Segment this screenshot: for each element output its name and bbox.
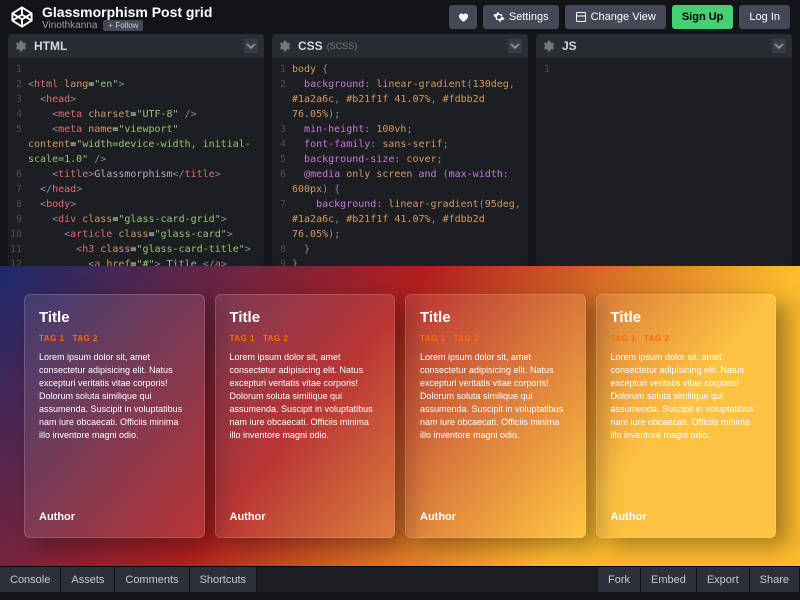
- gear-icon[interactable]: [278, 39, 292, 53]
- pen-title: Glassmorphism Post grid: [42, 4, 212, 20]
- app-header: Glassmorphism Post grid Vinothkanna + Fo…: [0, 0, 800, 34]
- title-block: Glassmorphism Post grid Vinothkanna + Fo…: [42, 4, 212, 31]
- editor-row: HTML 12<html lang="en">3 <head>4 <meta c…: [0, 34, 800, 266]
- gear-icon: [493, 11, 505, 23]
- chevron-down-icon: [510, 41, 520, 51]
- footer-bar: ConsoleAssetsCommentsShortcuts ForkEmbed…: [0, 566, 800, 592]
- card-title[interactable]: Title: [611, 309, 762, 326]
- glass-card[interactable]: Title TAG 1 TAG 2 Lorem ipsum dolor sit, am…: [596, 294, 777, 538]
- log-in-button[interactable]: Log In: [739, 5, 790, 29]
- css-panel-header[interactable]: CSS (SCSS): [272, 34, 528, 58]
- card-tags: TAG 1 TAG 2: [611, 334, 762, 343]
- glass-card[interactable]: Title TAG 1 TAG 2 Lorem ipsum dolor sit, am…: [215, 294, 396, 538]
- js-editor[interactable]: 1: [536, 58, 792, 266]
- settings-button[interactable]: Settings: [483, 5, 559, 29]
- card-body: Lorem ipsum dolor sit, amet consectetur …: [611, 351, 762, 442]
- tag[interactable]: TAG 1: [420, 334, 445, 343]
- card-title[interactable]: Title: [39, 309, 190, 326]
- tag[interactable]: TAG 2: [263, 334, 288, 343]
- tag[interactable]: TAG 1: [230, 334, 255, 343]
- pen-author[interactable]: Vinothkanna: [42, 20, 97, 31]
- tag[interactable]: TAG 2: [72, 334, 97, 343]
- panel-title: JS: [562, 39, 577, 53]
- card-tags: TAG 1 TAG 2: [230, 334, 381, 343]
- card-body: Lorem ipsum dolor sit, amet consectetur …: [230, 351, 381, 442]
- heart-icon: [457, 11, 469, 23]
- panel-options-button[interactable]: [772, 39, 786, 53]
- layout-icon: [575, 11, 587, 23]
- js-panel: JS 1: [536, 34, 792, 266]
- tag[interactable]: TAG 1: [611, 334, 636, 343]
- panel-title: HTML: [34, 39, 67, 53]
- card-tags: TAG 1 TAG 2: [39, 334, 190, 343]
- panel-subtitle: (SCSS): [327, 41, 358, 51]
- footer-shortcuts-button[interactable]: Shortcuts: [190, 567, 257, 592]
- change-view-button[interactable]: Change View: [565, 5, 666, 29]
- glass-card[interactable]: Title TAG 1 TAG 2 Lorem ipsum dolor sit, am…: [24, 294, 205, 538]
- card-title[interactable]: Title: [230, 309, 381, 326]
- sign-up-button[interactable]: Sign Up: [672, 5, 734, 29]
- change-view-label: Change View: [591, 11, 656, 23]
- chevron-down-icon: [774, 41, 784, 51]
- html-panel: HTML 12<html lang="en">3 <head>4 <meta c…: [8, 34, 264, 266]
- card-author: Author: [39, 511, 190, 523]
- panel-options-button[interactable]: [508, 39, 522, 53]
- gear-icon[interactable]: [14, 39, 28, 53]
- chevron-down-icon: [246, 41, 256, 51]
- panel-options-button[interactable]: [244, 39, 258, 53]
- card-body: Lorem ipsum dolor sit, amet consectetur …: [420, 351, 571, 442]
- footer-embed-button[interactable]: Embed: [641, 567, 697, 592]
- card-author: Author: [230, 511, 381, 523]
- footer-comments-button[interactable]: Comments: [115, 567, 189, 592]
- card-body: Lorem ipsum dolor sit, amet consectetur …: [39, 351, 190, 442]
- tag[interactable]: TAG 2: [453, 334, 478, 343]
- css-editor[interactable]: 1body {2 background: linear-gradient(130…: [272, 58, 528, 266]
- js-panel-header[interactable]: JS: [536, 34, 792, 58]
- tag[interactable]: TAG 1: [39, 334, 64, 343]
- footer-console-button[interactable]: Console: [0, 567, 61, 592]
- preview-pane: Title TAG 1 TAG 2 Lorem ipsum dolor sit, am…: [0, 266, 800, 566]
- card-author: Author: [420, 511, 571, 523]
- footer-fork-button[interactable]: Fork: [598, 567, 641, 592]
- css-panel: CSS (SCSS) 1body {2 background: linear-g…: [272, 34, 528, 266]
- glass-card[interactable]: Title TAG 1 TAG 2 Lorem ipsum dolor sit, am…: [405, 294, 586, 538]
- card-title[interactable]: Title: [420, 309, 571, 326]
- follow-button[interactable]: + Follow: [103, 20, 143, 31]
- html-editor[interactable]: 12<html lang="en">3 <head>4 <meta charse…: [8, 58, 264, 266]
- footer-assets-button[interactable]: Assets: [61, 567, 115, 592]
- footer-share-button[interactable]: Share: [750, 567, 800, 592]
- card-tags: TAG 1 TAG 2: [420, 334, 571, 343]
- codepen-logo-icon: [10, 5, 34, 29]
- html-panel-header[interactable]: HTML: [8, 34, 264, 58]
- card-author: Author: [611, 511, 762, 523]
- footer-export-button[interactable]: Export: [697, 567, 750, 592]
- tag[interactable]: TAG 2: [644, 334, 669, 343]
- panel-title: CSS: [298, 39, 323, 53]
- gear-icon[interactable]: [542, 39, 556, 53]
- like-button[interactable]: [449, 5, 477, 29]
- settings-label: Settings: [509, 11, 549, 23]
